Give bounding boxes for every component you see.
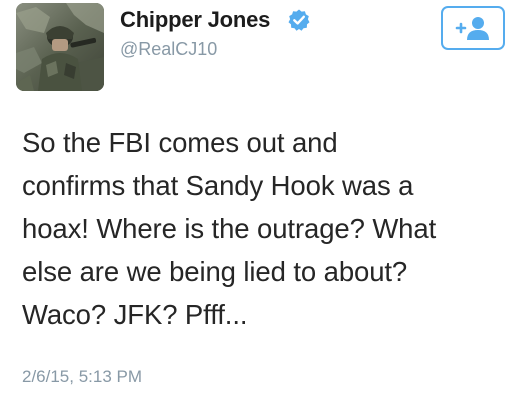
- follow-add-user-icon: [455, 17, 489, 40]
- tweet-card: Chipper Jones @RealCJ10 So the FBI comes…: [0, 0, 520, 400]
- tweet-text: So the FBI comes out and confirms that S…: [22, 127, 437, 330]
- user-handle[interactable]: @RealCJ10: [120, 39, 217, 60]
- verified-badge-icon: [288, 9, 310, 31]
- follow-button[interactable]: [441, 6, 505, 50]
- display-name[interactable]: Chipper Jones: [120, 7, 270, 33]
- tweet-timestamp[interactable]: 2/6/15, 5:13 PM: [22, 367, 142, 387]
- avatar-photo: [16, 3, 104, 91]
- avatar[interactable]: [16, 3, 104, 91]
